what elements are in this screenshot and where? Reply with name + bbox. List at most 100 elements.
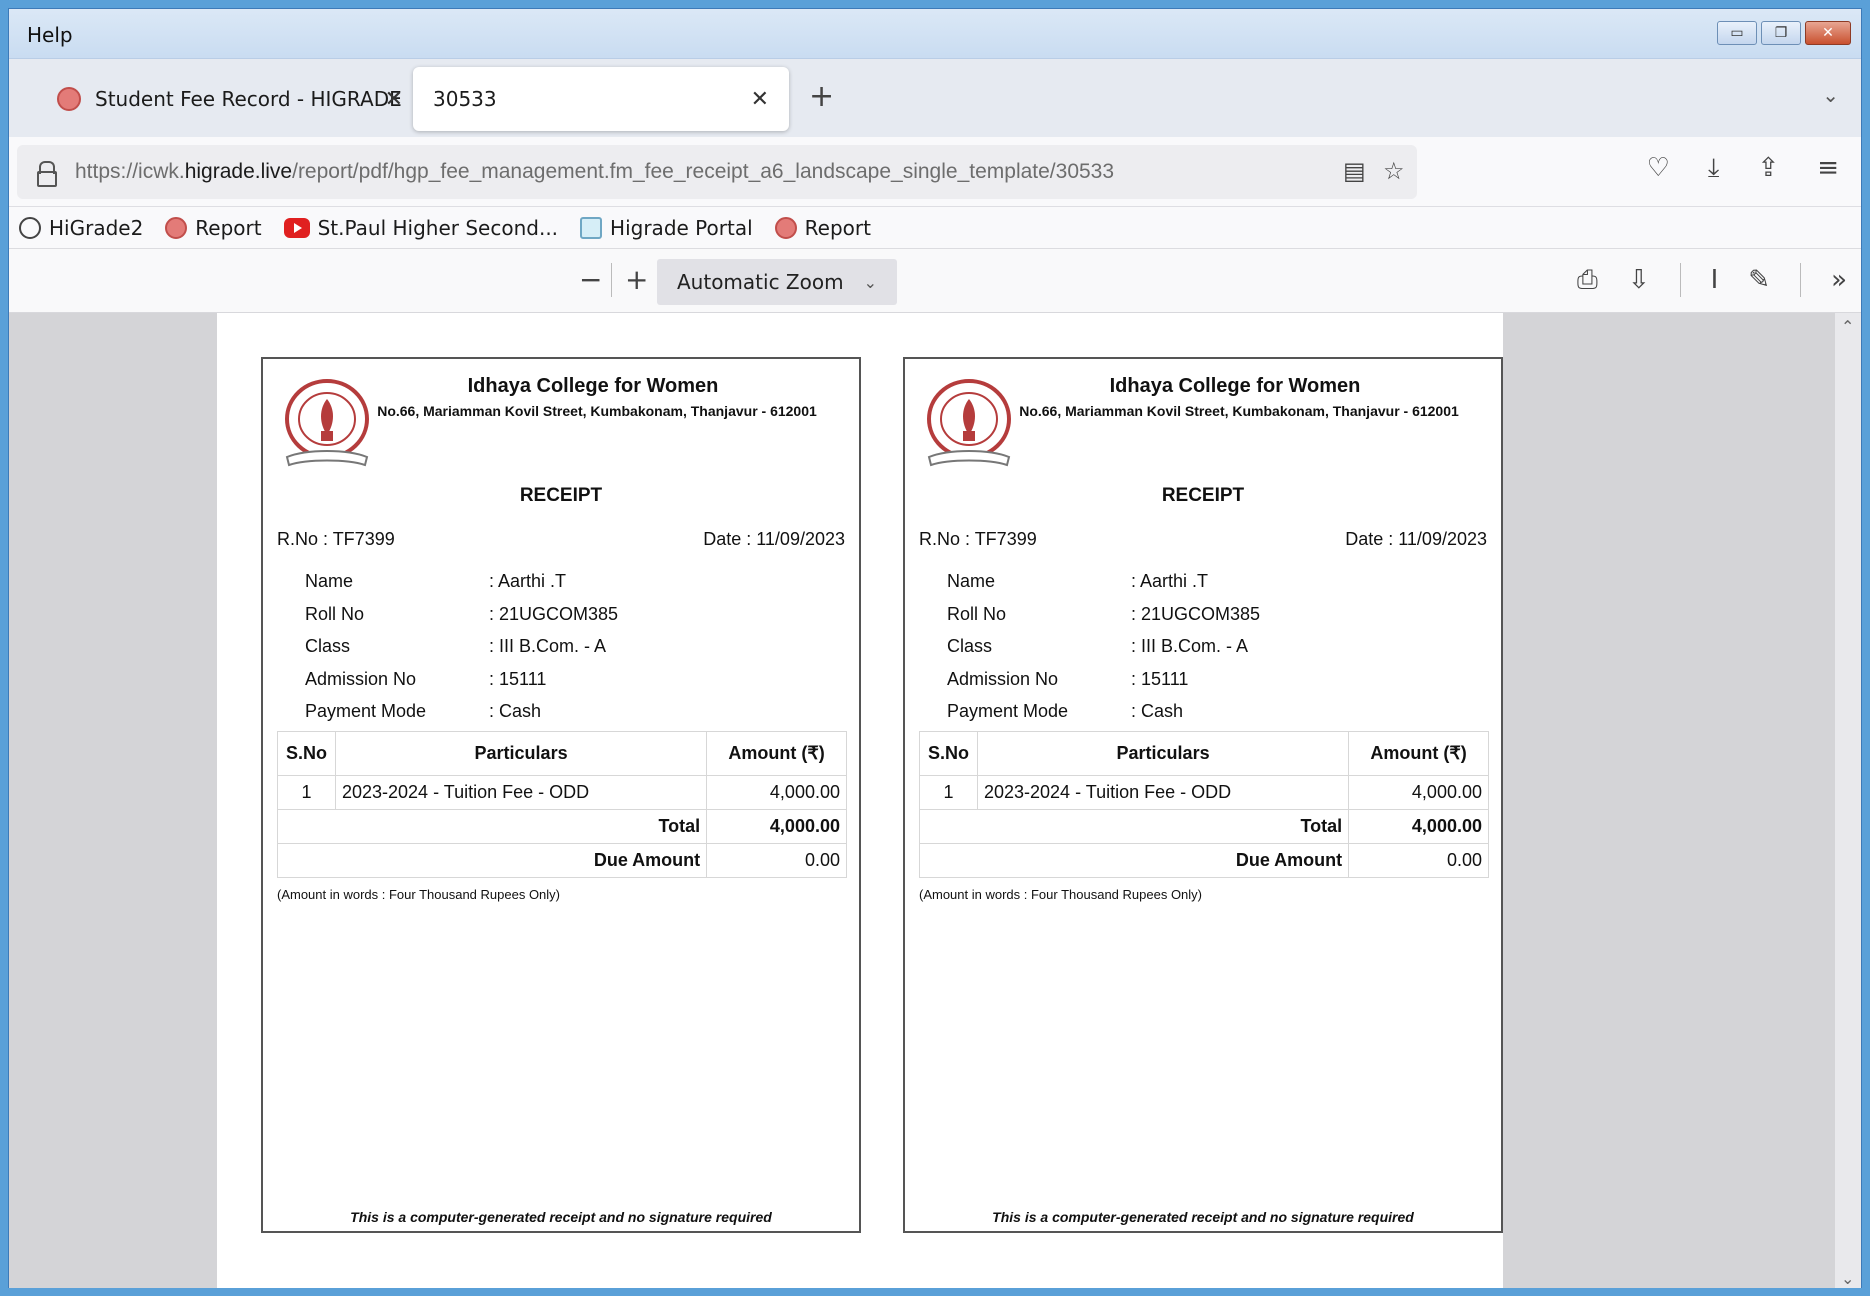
college-seal-logo (927, 379, 1011, 467)
field-payment-mode: Payment Mode : Cash (947, 695, 1260, 728)
field-label: Name (305, 571, 354, 591)
table-header-row: S.No Particulars Amount (₹) (919, 731, 1489, 776)
zoom-value: Automatic Zoom (677, 270, 844, 294)
receipt-date: Date : 11/09/2023 (1345, 529, 1487, 549)
bookmark-report-2[interactable]: Report (774, 215, 871, 240)
tab-student-fee-record[interactable]: Student Fee Record - HIGRADE ✕ (37, 67, 417, 131)
bookmark-star-icon[interactable]: ☆ (1383, 157, 1405, 185)
column-header: Particulars (976, 731, 1350, 776)
total-label: Total (276, 809, 708, 844)
field-payment-mode: Payment Mode : Cash (305, 695, 618, 728)
student-details: Name: Aarthi .T Roll No: 21UGCOM385 Clas… (947, 565, 1260, 728)
receipt-title: RECEIPT (1161, 485, 1245, 506)
fee-table: S.No Particulars Amount (₹) 1 2023-2024 … (276, 731, 847, 878)
college-name: Idhaya College for Women (1109, 375, 1361, 397)
due-row: Due Amount 0.00 (276, 843, 847, 878)
draw-icon[interactable]: ✎ (1748, 265, 1770, 295)
address-bar[interactable]: https://icwk.higrade.live/report/pdf/hgp… (17, 145, 1417, 199)
column-header: Particulars (334, 731, 708, 776)
print-icon[interactable]: ⎙ (1577, 265, 1598, 296)
column-header: Amount (₹) (706, 731, 847, 776)
tab-strip: Student Fee Record - HIGRADE ✕ 30533 ✕ +… (9, 59, 1861, 137)
restore-button[interactable]: ❐ (1761, 21, 1801, 45)
due-value: 0.00 (706, 843, 847, 878)
bookmark-higrade-portal[interactable]: Higrade Portal (580, 216, 753, 240)
tab-label: Student Fee Record - HIGRADE (95, 87, 402, 111)
bookmark-report[interactable]: Report (165, 216, 262, 240)
fee-table: S.No Particulars Amount (₹) 1 2023-2024 … (918, 731, 1489, 878)
college-seal-logo (285, 379, 369, 467)
scroll-down-icon[interactable]: ⌄ (1841, 1269, 1854, 1288)
navigation-bar: https://icwk.higrade.live/report/pdf/hgp… (9, 137, 1861, 207)
menu-icon[interactable]: ≡ (1817, 153, 1839, 184)
close-icon[interactable]: ✕ (751, 87, 769, 112)
reader-view-icon[interactable]: ▤ (1343, 157, 1366, 185)
toolbar-divider (1679, 263, 1681, 297)
bookmarks-bar: HiGrade2 Report St.Paul Higher Second...… (9, 207, 1861, 249)
college-address: No.66, Mariamman Kovil Street, Kumbakona… (1019, 403, 1459, 419)
receipt-number: R.No : TF7399 (919, 529, 1037, 549)
chevron-down-icon: ⌄ (863, 272, 877, 292)
table-cell: 1 (919, 775, 978, 810)
field-label: Roll No (305, 603, 365, 624)
close-window-button[interactable]: ✕ (1805, 21, 1851, 45)
field-name: Name: Aarthi .T (305, 565, 618, 598)
menu-help[interactable]: Help (27, 23, 73, 47)
save-icon[interactable]: ⇩ (1628, 265, 1650, 295)
receipt-date: Date : 11/09/2023 (703, 529, 845, 549)
receipt-title: RECEIPT (519, 485, 603, 506)
tab-30533[interactable]: 30533 ✕ (413, 67, 789, 131)
youtube-icon (283, 217, 310, 238)
field-label: Roll No (947, 603, 1007, 624)
text-cursor-icon[interactable]: I (1711, 265, 1719, 295)
receipt-copy: Idhaya College for Women No.66, Mariamma… (261, 357, 861, 1233)
due-row: Due Amount 0.00 (918, 843, 1489, 878)
minimize-button[interactable]: ▭ (1717, 21, 1757, 45)
more-tools-icon[interactable]: » (1831, 265, 1847, 295)
bookmark-st-paul[interactable]: St.Paul Higher Second... (283, 216, 558, 240)
toolbar-divider (1800, 263, 1802, 297)
table-cell: 1 (277, 775, 336, 810)
chevron-down-icon[interactable]: ⌄ (1822, 83, 1839, 107)
url-text: https://icwk.higrade.live/report/pdf/hgp… (75, 160, 1115, 183)
toolbar-divider (611, 263, 612, 297)
field-class: Class: III B.Com. - A (947, 630, 1260, 663)
higrade-icon (57, 87, 81, 111)
column-header: S.No (919, 731, 978, 776)
bookmark-label: HiGrade2 (49, 215, 144, 240)
zoom-in-button[interactable]: + (625, 263, 648, 296)
download-icon[interactable]: ⤓ (1708, 153, 1720, 184)
due-label: Due Amount (918, 843, 1350, 878)
bookmark-label: Report (804, 215, 871, 240)
browser-window: Help ▭ ❐ ✕ Student Fee Record - HIGRADE … (8, 8, 1862, 1288)
pocket-icon[interactable]: ♡ (1647, 153, 1670, 184)
receipt-footer-note: This is a computer-generated receipt and… (350, 1209, 772, 1225)
scroll-up-icon[interactable]: ⌃ (1841, 317, 1854, 336)
window-controls: ▭ ❐ ✕ (1717, 21, 1851, 45)
table-row: 1 2023-2024 - Tuition Fee - ODD 4,000.00 (919, 775, 1489, 810)
pdf-viewer[interactable]: Idhaya College for Women No.66, Mariamma… (9, 313, 1861, 1288)
vertical-scrollbar[interactable]: ⌃ ⌄ (1835, 313, 1861, 1288)
zoom-select[interactable]: Automatic Zoom ⌄ (657, 259, 897, 305)
table-row: 1 2023-2024 - Tuition Fee - ODD 4,000.00 (277, 775, 847, 810)
field-label: Admission No (305, 668, 417, 689)
pdf-toolbar: − + Automatic Zoom ⌄ ⎙ ⇩ I ✎ » (9, 249, 1861, 313)
field-value: : 21UGCOM385 (1131, 603, 1261, 624)
field-value: : Cash (489, 701, 542, 721)
field-label: Payment Mode (305, 701, 427, 721)
field-value: : Cash (1131, 701, 1184, 721)
lock-icon[interactable] (37, 161, 57, 187)
share-icon[interactable]: ⇪ (1757, 153, 1779, 184)
bookmark-higrade2[interactable]: HiGrade2 (19, 216, 143, 240)
field-value: : III B.Com. - A (1131, 636, 1249, 656)
new-tab-button[interactable]: + (809, 79, 834, 114)
bookmark-label: Higrade Portal (610, 215, 753, 240)
field-label: Payment Mode (947, 701, 1069, 721)
field-admission-no: Admission No: 15111 (947, 663, 1260, 696)
pdf-actions: ⎙ ⇩ I ✎ » (1577, 263, 1847, 297)
due-value: 0.00 (1348, 843, 1489, 878)
tab-label: 30533 (433, 87, 497, 111)
zoom-out-button[interactable]: − (579, 263, 602, 296)
table-cell: 4,000.00 (706, 775, 847, 810)
close-icon[interactable]: ✕ (385, 87, 403, 112)
